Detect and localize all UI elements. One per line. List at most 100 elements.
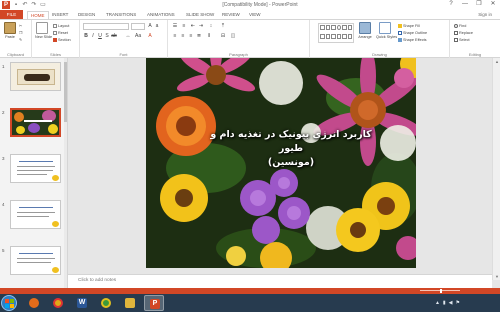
slide-title[interactable]: کاربرد انرژی بیونیک در تغذیه دام و طیور …	[206, 128, 376, 170]
text-direction-icon[interactable]: ⤒	[220, 23, 226, 29]
reset-button[interactable]: Reset	[53, 30, 68, 36]
shapes-gallery[interactable]	[318, 23, 354, 43]
arrange-button[interactable]: Arrange	[358, 22, 372, 44]
taskbar-app-5[interactable]	[120, 295, 140, 311]
tab-file[interactable]: FILE	[0, 10, 23, 19]
tab-animations[interactable]: ANIMATIONS	[147, 11, 175, 19]
undo-icon[interactable]: ↶	[22, 2, 28, 8]
align-right-icon[interactable]: ≡	[188, 33, 194, 39]
font-name-box[interactable]	[83, 23, 129, 30]
shape-block-icon[interactable]	[336, 33, 341, 39]
shape-outline-button[interactable]: Shape Outline	[398, 30, 427, 36]
grow-font-icon[interactable]: A	[147, 23, 153, 29]
minimize-button[interactable]: —	[458, 0, 472, 9]
decrease-indent-icon[interactable]: ⇤	[190, 23, 196, 29]
start-button[interactable]	[1, 295, 17, 311]
redo-icon[interactable]: ↷	[31, 2, 37, 8]
taskbar-app-2[interactable]	[48, 295, 68, 311]
network-icon[interactable]: ▮	[443, 300, 446, 306]
tab-view[interactable]: VIEW	[249, 11, 261, 19]
tab-design[interactable]: DESIGN	[78, 11, 95, 19]
windows-logo-icon	[10, 304, 14, 308]
strikethrough-icon[interactable]: ab	[111, 33, 117, 39]
section-button[interactable]: Section	[53, 37, 71, 43]
taskbar-app-4[interactable]	[96, 295, 116, 311]
notes-pane[interactable]: Click to add notes	[68, 274, 492, 288]
tab-transitions[interactable]: TRANSITIONS	[106, 11, 136, 19]
shape-line-icon[interactable]	[320, 25, 325, 30]
paste-button[interactable]: Paste	[3, 22, 17, 44]
numbering-icon[interactable]: ≡	[181, 23, 187, 29]
shape-curve-icon[interactable]	[347, 25, 352, 30]
shape-star-icon[interactable]	[325, 33, 330, 39]
slide-thumbnail-pane[interactable]: 1 2 3 4 5	[0, 58, 68, 288]
shape-callout-icon[interactable]	[331, 33, 336, 39]
shrink-font-icon[interactable]: a	[154, 23, 160, 29]
replace-button[interactable]: Replace	[454, 30, 473, 36]
italic-icon[interactable]: I	[90, 33, 96, 39]
tab-slide-show[interactable]: SLIDE SHOW	[186, 11, 214, 19]
new-slide-button[interactable]: New Slide	[35, 22, 52, 44]
thumbnail-scrollbar[interactable]	[64, 58, 67, 288]
taskbar-app-1[interactable]	[24, 295, 44, 311]
bold-icon[interactable]: B	[83, 33, 89, 39]
shape-fill-button[interactable]: Shape Fill	[398, 23, 420, 29]
shape-brace-icon[interactable]	[320, 33, 325, 39]
font-color-icon[interactable]: A	[147, 33, 153, 39]
increase-indent-icon[interactable]: ⇥	[198, 23, 204, 29]
shape-triangle-icon[interactable]	[342, 25, 347, 30]
justify-icon[interactable]: ≣	[196, 33, 202, 39]
shape-rect-icon[interactable]	[331, 25, 336, 30]
shape-arrow-icon[interactable]	[325, 25, 330, 30]
copy-icon[interactable]: ❐	[19, 30, 22, 36]
slide-thumbnail-3[interactable]	[10, 154, 61, 183]
columns-icon[interactable]: ⫴	[206, 33, 212, 39]
align-center-icon[interactable]: ≡	[180, 33, 186, 39]
shape-bend-icon[interactable]	[342, 33, 347, 39]
slide-vertical-scrollbar[interactable]: ▲ ▼	[492, 58, 500, 280]
tab-review[interactable]: REVIEW	[222, 11, 240, 19]
font-size-box[interactable]	[131, 23, 145, 30]
taskbar-app-6[interactable]: P	[144, 295, 164, 311]
volume-icon[interactable]: ◀	[449, 300, 453, 306]
shadow-icon[interactable]: S	[104, 33, 110, 39]
flag-icon[interactable]: ⚑	[456, 300, 460, 306]
change-case-icon[interactable]: Aa	[135, 33, 141, 39]
zoom-slider-knob[interactable]	[440, 289, 442, 293]
slide-thumbnail-5[interactable]	[10, 246, 61, 275]
select-button[interactable]: Select	[454, 37, 470, 43]
format-painter-icon[interactable]: ✎	[19, 37, 22, 43]
present-icon[interactable]: ▭	[40, 2, 46, 8]
char-spacing-icon[interactable]: ↔	[125, 33, 131, 39]
sign-in-link[interactable]: Sign in	[478, 11, 492, 19]
close-button[interactable]: ✕	[486, 0, 500, 9]
shape-oval-icon[interactable]	[336, 25, 341, 30]
underline-icon[interactable]: U	[97, 33, 103, 39]
slide-thumbnail-1[interactable]	[10, 62, 61, 91]
slide-thumbnail-4[interactable]	[10, 200, 61, 229]
bullets-icon[interactable]: ☰	[172, 23, 178, 29]
shape-effects-button[interactable]: Shape Effects	[398, 37, 427, 43]
maximize-button[interactable]: ❐	[472, 0, 486, 9]
find-button[interactable]: Find	[454, 23, 466, 29]
taskbar-app-3[interactable]: W	[72, 295, 92, 311]
shape-more-icon[interactable]	[347, 33, 352, 39]
smartart-icon[interactable]: ◫	[230, 33, 236, 39]
save-icon[interactable]: ▪	[13, 2, 19, 8]
tray-arrow-icon[interactable]: ▲	[435, 300, 440, 306]
help-button[interactable]: ?	[444, 0, 458, 9]
quick-styles-button[interactable]: Quick Styles	[376, 22, 397, 44]
tab-home[interactable]: HOME	[27, 11, 49, 19]
slide-thumbnail-2[interactable]	[10, 108, 61, 137]
align-text-icon[interactable]: ⊟	[220, 33, 226, 39]
tab-insert[interactable]: INSERT	[52, 11, 68, 19]
align-left-icon[interactable]: ≡	[172, 33, 178, 39]
thumbnail-scroll-thumb[interactable]	[64, 62, 67, 122]
line-spacing-icon[interactable]: ↕	[208, 23, 214, 29]
cut-icon[interactable]: ✂	[19, 23, 22, 29]
scroll-up-icon[interactable]: ▲	[493, 58, 500, 65]
current-slide[interactable]: کاربرد انرژی بیونیک در تغذیه دام و طیور …	[146, 58, 416, 268]
scroll-down-icon[interactable]: ▼	[493, 273, 500, 280]
powerpoint-app-icon[interactable]: P	[2, 1, 10, 9]
layout-button[interactable]: Layout	[53, 23, 69, 29]
